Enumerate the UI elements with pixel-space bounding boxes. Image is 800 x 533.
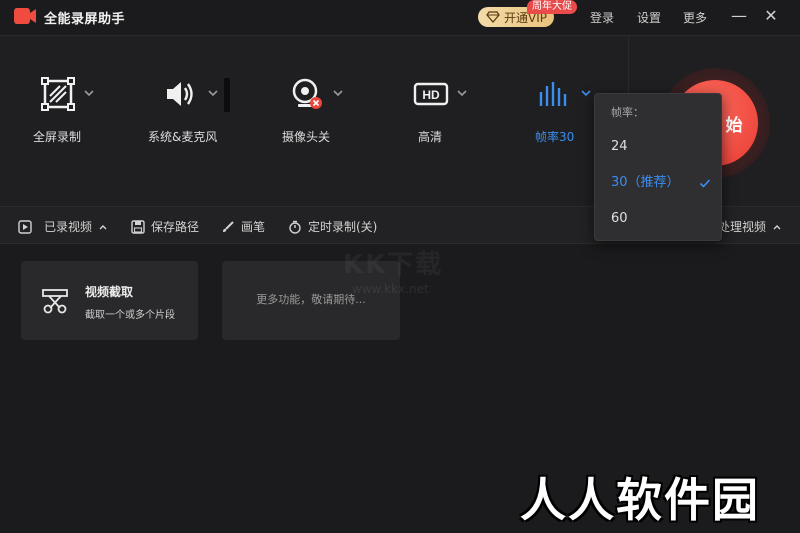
framerate-option-30[interactable]: 30（推荐）: [595, 168, 721, 198]
save-icon: [131, 219, 145, 234]
login-link[interactable]: 登录: [590, 9, 614, 26]
volume-level-bar: [224, 78, 230, 112]
app-title: 全能录屏助手: [44, 12, 126, 27]
save-path-button[interactable]: 保存路径: [131, 218, 199, 235]
video-clip-title: 视频截取: [85, 285, 134, 299]
video-clip-subtitle: 截取一个或多个片段: [85, 310, 175, 321]
framerate-tool[interactable]: 帧率30: [532, 74, 602, 164]
timer-record-button[interactable]: 定时录制(关): [288, 218, 377, 235]
audio-label: 系统&麦克风: [148, 130, 218, 144]
framerate-icon: [539, 82, 567, 106]
recorded-videos-button[interactable]: 已录视频: [18, 218, 108, 235]
quality-label: 高清: [418, 130, 443, 144]
video-clip-card[interactable]: 视频截取 截取一个或多个片段: [21, 261, 198, 340]
fullscreen-tool[interactable]: 全屏录制: [30, 74, 120, 164]
framerate-option-60[interactable]: 60: [595, 204, 721, 234]
timer-icon: [289, 220, 301, 234]
chevron-up-icon: [773, 224, 781, 229]
save-path-label: 保存路径: [151, 220, 200, 234]
speaker-icon: [167, 82, 193, 106]
close-button[interactable]: ✕: [761, 6, 781, 26]
more-link[interactable]: 更多: [683, 9, 707, 26]
title-bar: 全能录屏助手 开通VIP 周年大促 登录 设置 更多 — ✕: [0, 0, 800, 34]
play-icon: [18, 219, 32, 234]
framerate-label: 帧率30: [535, 130, 575, 144]
framerate-option-24[interactable]: 24: [595, 132, 721, 162]
timer-record-label: 定时录制(关): [308, 220, 378, 234]
svg-text:HD: HD: [422, 88, 440, 102]
framerate-dropdown-title: 帧率：: [611, 106, 644, 119]
framerate-option-label: 60: [611, 211, 628, 226]
chevron-up-icon: [99, 224, 107, 229]
camera-label: 摄像头关: [282, 130, 331, 144]
brand-watermark: 人人软件园: [520, 473, 760, 527]
quality-tool[interactable]: HD 高清: [412, 74, 482, 164]
recorded-videos-label: 已录视频: [44, 220, 93, 234]
camera-tool[interactable]: 摄像头关: [280, 74, 360, 164]
record-label: 始: [725, 115, 743, 136]
audio-tool[interactable]: 系统&麦克风: [146, 74, 246, 164]
brush-label: 画笔: [241, 220, 266, 234]
framerate-option-label: 30（推荐）: [611, 175, 680, 190]
fullscreen-label: 全屏录制: [33, 130, 82, 144]
process-video-label: 处理视频: [718, 220, 767, 234]
process-video-button[interactable]: 处理视频: [718, 218, 782, 235]
checkmark-icon: [699, 179, 711, 188]
framerate-dropdown: 帧率： 24 30（推荐） 60: [594, 93, 722, 241]
brush-icon: [223, 220, 234, 232]
app-logo-icon: [14, 8, 36, 24]
kk-watermark: KK下载: [343, 250, 444, 280]
hd-icon: HD: [413, 82, 449, 106]
kk-watermark-url: www.kkx.net: [352, 282, 429, 296]
brush-button[interactable]: 画笔: [221, 218, 265, 235]
scissors-icon: [42, 289, 68, 314]
framerate-option-label: 24: [611, 139, 628, 154]
minimize-button[interactable]: —: [729, 6, 749, 26]
vip-promo-badge: 周年大促: [527, 0, 577, 14]
chevron-down-icon[interactable]: [82, 86, 96, 100]
chevron-down-icon[interactable]: [579, 86, 593, 100]
fullscreen-icon: [41, 77, 75, 111]
chevron-down-icon[interactable]: [331, 86, 345, 100]
chevron-down-icon[interactable]: [455, 86, 469, 100]
settings-link[interactable]: 设置: [637, 9, 661, 26]
webcam-icon: [292, 78, 322, 109]
chevron-down-icon[interactable]: [206, 86, 220, 100]
diamond-icon: [486, 11, 500, 23]
